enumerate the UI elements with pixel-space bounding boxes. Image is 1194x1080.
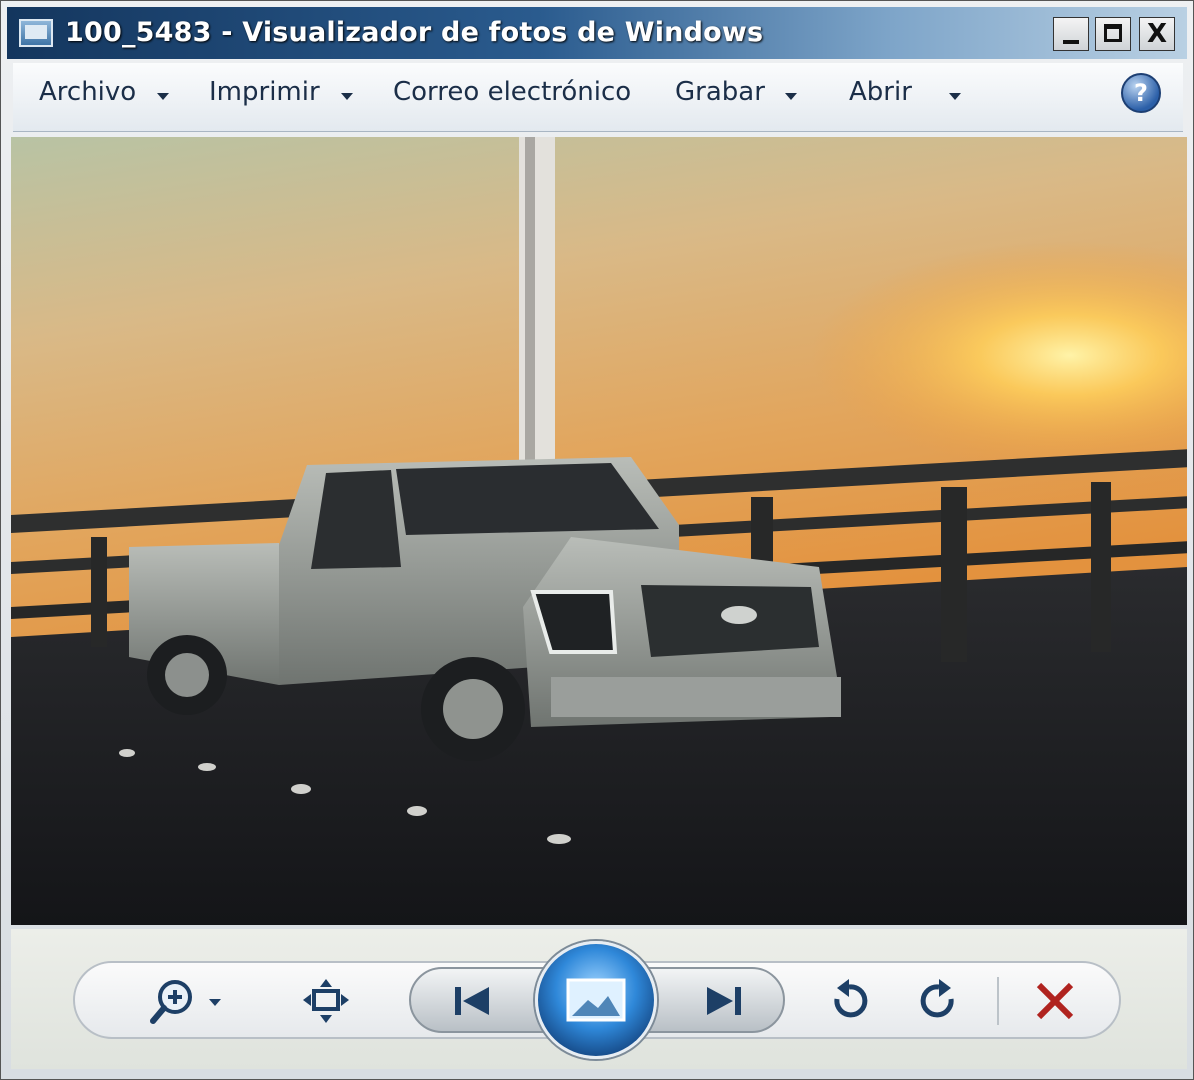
menu-abrir[interactable]: Abrir [849,77,912,107]
slideshow-button[interactable] [535,941,657,1059]
menu-correo-electronico[interactable]: Correo electrónico [393,77,631,107]
help-icon[interactable]: ? [1121,73,1161,113]
delete-icon[interactable] [1033,979,1077,1023]
photo-viewer-window: 100_5483 - Visualizador de fotos de Wind… [0,0,1194,1080]
truck-photo [11,137,1187,925]
toolbar-separator [997,977,999,1025]
previous-icon[interactable] [449,983,499,1019]
slideshow-icon [566,978,626,1022]
command-bar: Archivo Imprimir Correo electrónico Grab… [13,63,1183,132]
title-bar[interactable]: 100_5483 - Visualizador de fotos de Wind… [7,7,1187,59]
rotate-clockwise-icon[interactable] [915,977,963,1025]
photo-display[interactable] [11,137,1187,925]
photo-viewer-app-icon [19,19,53,47]
maximize-button[interactable] [1095,17,1131,51]
menu-imprimir[interactable]: Imprimir [209,77,320,107]
window-title: 100_5483 - Visualizador de fotos de Wind… [65,17,764,48]
rotate-counterclockwise-icon[interactable] [825,977,873,1025]
minimize-button[interactable] [1053,17,1089,51]
close-button[interactable]: X [1139,17,1175,51]
grabar-dropdown-icon[interactable] [785,93,797,100]
imprimir-dropdown-icon[interactable] [341,93,353,100]
archivo-dropdown-icon[interactable] [157,93,169,100]
bottom-toolbar [11,929,1187,1069]
abrir-dropdown-icon[interactable] [949,93,961,100]
menu-grabar[interactable]: Grabar [675,77,765,107]
zoom-icon[interactable] [147,977,231,1025]
actual-size-icon[interactable] [301,977,351,1025]
next-icon[interactable] [697,983,747,1019]
menu-archivo[interactable]: Archivo [39,77,136,107]
